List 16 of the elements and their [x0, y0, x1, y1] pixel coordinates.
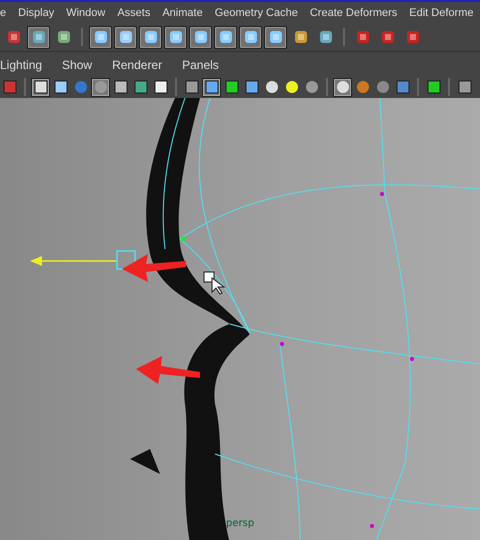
- menu-item[interactable]: Lighting: [0, 58, 42, 72]
- arrow-icon: [136, 356, 200, 384]
- menu-item[interactable]: Window: [66, 6, 106, 18]
- menu-item[interactable]: e: [0, 6, 6, 18]
- menu-item[interactable]: Assets: [117, 6, 150, 18]
- camera-label: persp: [226, 518, 254, 529]
- arrow-icon: [122, 254, 186, 282]
- menu-item[interactable]: Edit Deforme: [409, 6, 474, 18]
- menu-item[interactable]: Renderer: [112, 58, 162, 72]
- menu-item[interactable]: Animate: [162, 6, 203, 18]
- cursor-icon: [204, 272, 226, 295]
- menu-item[interactable]: Panels: [182, 58, 219, 72]
- menu-item[interactable]: Create Deformers: [310, 6, 398, 18]
- menu-item[interactable]: Show: [62, 58, 92, 72]
- menu-item[interactable]: Geometry Cache: [214, 6, 298, 18]
- menu-item[interactable]: Display: [18, 6, 54, 18]
